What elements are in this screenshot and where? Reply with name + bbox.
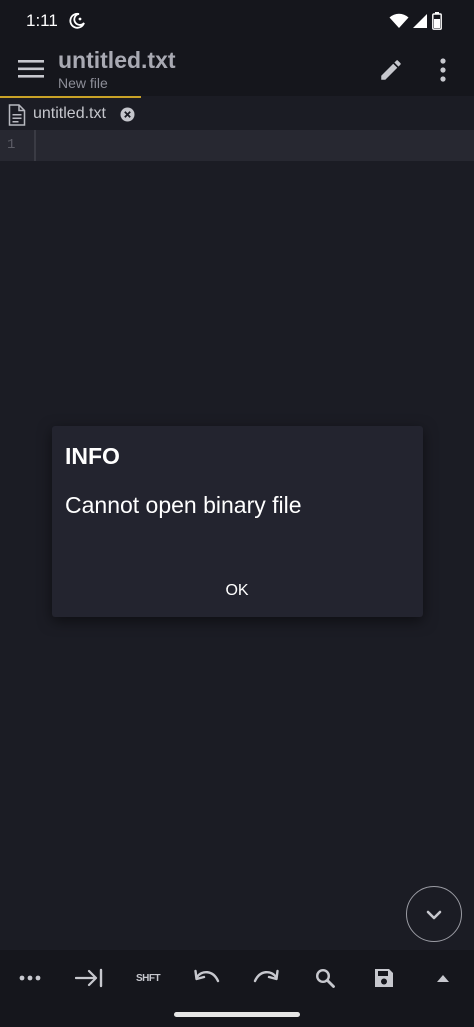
redo-icon[interactable] <box>244 964 288 992</box>
gutter-divider <box>34 130 36 161</box>
wifi-icon <box>389 13 409 33</box>
status-time: 1:11 <box>26 11 58 30</box>
home-indicator[interactable] <box>174 1012 300 1017</box>
bottom-toolbar: SHFT <box>0 950 474 1027</box>
chevron-down-icon <box>426 910 442 920</box>
shift-key-button[interactable]: SHFT <box>126 964 170 992</box>
scroll-down-button[interactable] <box>406 886 462 942</box>
tab-untitled[interactable]: untitled.txt <box>0 96 141 130</box>
more-keys-icon[interactable] <box>8 964 52 992</box>
file-subtitle: New file <box>58 75 108 91</box>
expand-up-icon[interactable] <box>421 964 465 992</box>
hamburger-menu-icon[interactable] <box>18 58 44 84</box>
file-title: untitled.txt <box>58 47 176 73</box>
line-number: 1 <box>7 137 16 153</box>
tab-key-icon[interactable] <box>67 964 111 992</box>
do-not-disturb-moon-icon <box>68 12 86 34</box>
save-icon[interactable] <box>362 964 406 992</box>
tab-close-icon[interactable] <box>120 107 135 126</box>
tab-strip: untitled.txt <box>0 96 474 130</box>
shift-key-label: SHFT <box>135 972 161 984</box>
tab-label: untitled.txt <box>33 105 106 122</box>
document-icon <box>8 104 26 130</box>
dialog-message: Cannot open binary file <box>65 492 302 518</box>
cell-signal-icon <box>412 13 428 33</box>
dialog-title: INFO <box>65 443 120 469</box>
status-bar: 1:11 <box>0 0 474 44</box>
more-options-icon[interactable] <box>434 57 452 87</box>
search-icon[interactable] <box>303 964 347 992</box>
info-dialog: INFO Cannot open binary file OK <box>52 426 423 617</box>
ok-button[interactable]: OK <box>202 573 272 609</box>
undo-icon[interactable] <box>185 964 229 992</box>
battery-icon <box>432 12 442 34</box>
edit-pencil-icon[interactable] <box>378 57 404 87</box>
app-toolbar: untitled.txt New file <box>0 44 474 96</box>
